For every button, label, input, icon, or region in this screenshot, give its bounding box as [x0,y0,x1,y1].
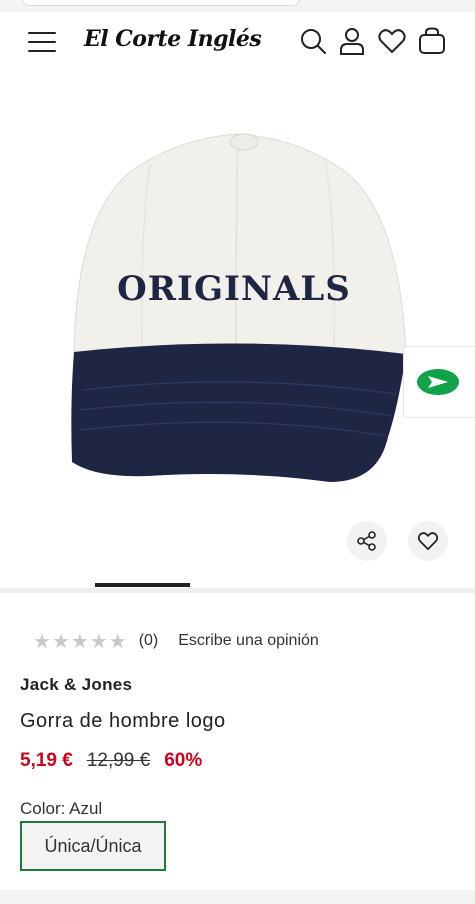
star-icon: ★ [108,629,127,653]
product-image-gallery[interactable]: ORIGINALS [0,72,475,588]
product-image: ORIGINALS [71,133,407,482]
color-label: Color: Azul [20,799,103,818]
user-icon[interactable] [337,26,367,56]
site-header: El Corte Inglés [0,12,475,72]
size-option-button[interactable]: Única/Única [20,821,166,871]
product-title: Gorra de hombre logo [20,710,226,732]
heart-icon[interactable] [377,26,407,56]
browser-top-strip [0,0,475,12]
heart-icon [417,532,439,550]
search-icon[interactable] [298,26,328,56]
gallery-indicator-track [0,588,475,593]
rating-stars: ★ ★ ★ ★ ★ [33,631,127,651]
bag-icon[interactable] [417,26,447,56]
original-price: 12,99 € [86,750,151,771]
discount-badge: 60% [164,750,203,771]
gallery-indicator-active[interactable] [95,583,190,587]
send-arrow-icon [417,369,459,395]
sale-price: 5,19 € [20,750,73,771]
star-icon: ★ [51,629,70,653]
bottom-divider [0,890,475,904]
price-row: 5,19 € 12,99 € 60% [20,750,202,772]
cap-logo-text: ORIGINALS [117,269,351,309]
favorite-button[interactable] [408,521,448,561]
browser-address-pill [22,0,300,6]
share-button[interactable] [347,521,387,561]
review-count: (0) [138,632,159,649]
star-icon: ★ [89,629,108,653]
brand-logo[interactable]: El Corte Inglés [84,26,262,52]
share-icon [357,531,376,551]
write-review-link[interactable]: Escribe una opinión [178,632,319,650]
chat-widget-button[interactable] [403,346,475,418]
star-icon: ★ [70,629,89,653]
product-brand[interactable]: Jack & Jones [20,675,132,695]
menu-icon[interactable] [28,29,58,55]
product-rating: ★ ★ ★ ★ ★ (0) Escribe una opinión [33,630,319,652]
star-icon: ★ [33,629,51,653]
